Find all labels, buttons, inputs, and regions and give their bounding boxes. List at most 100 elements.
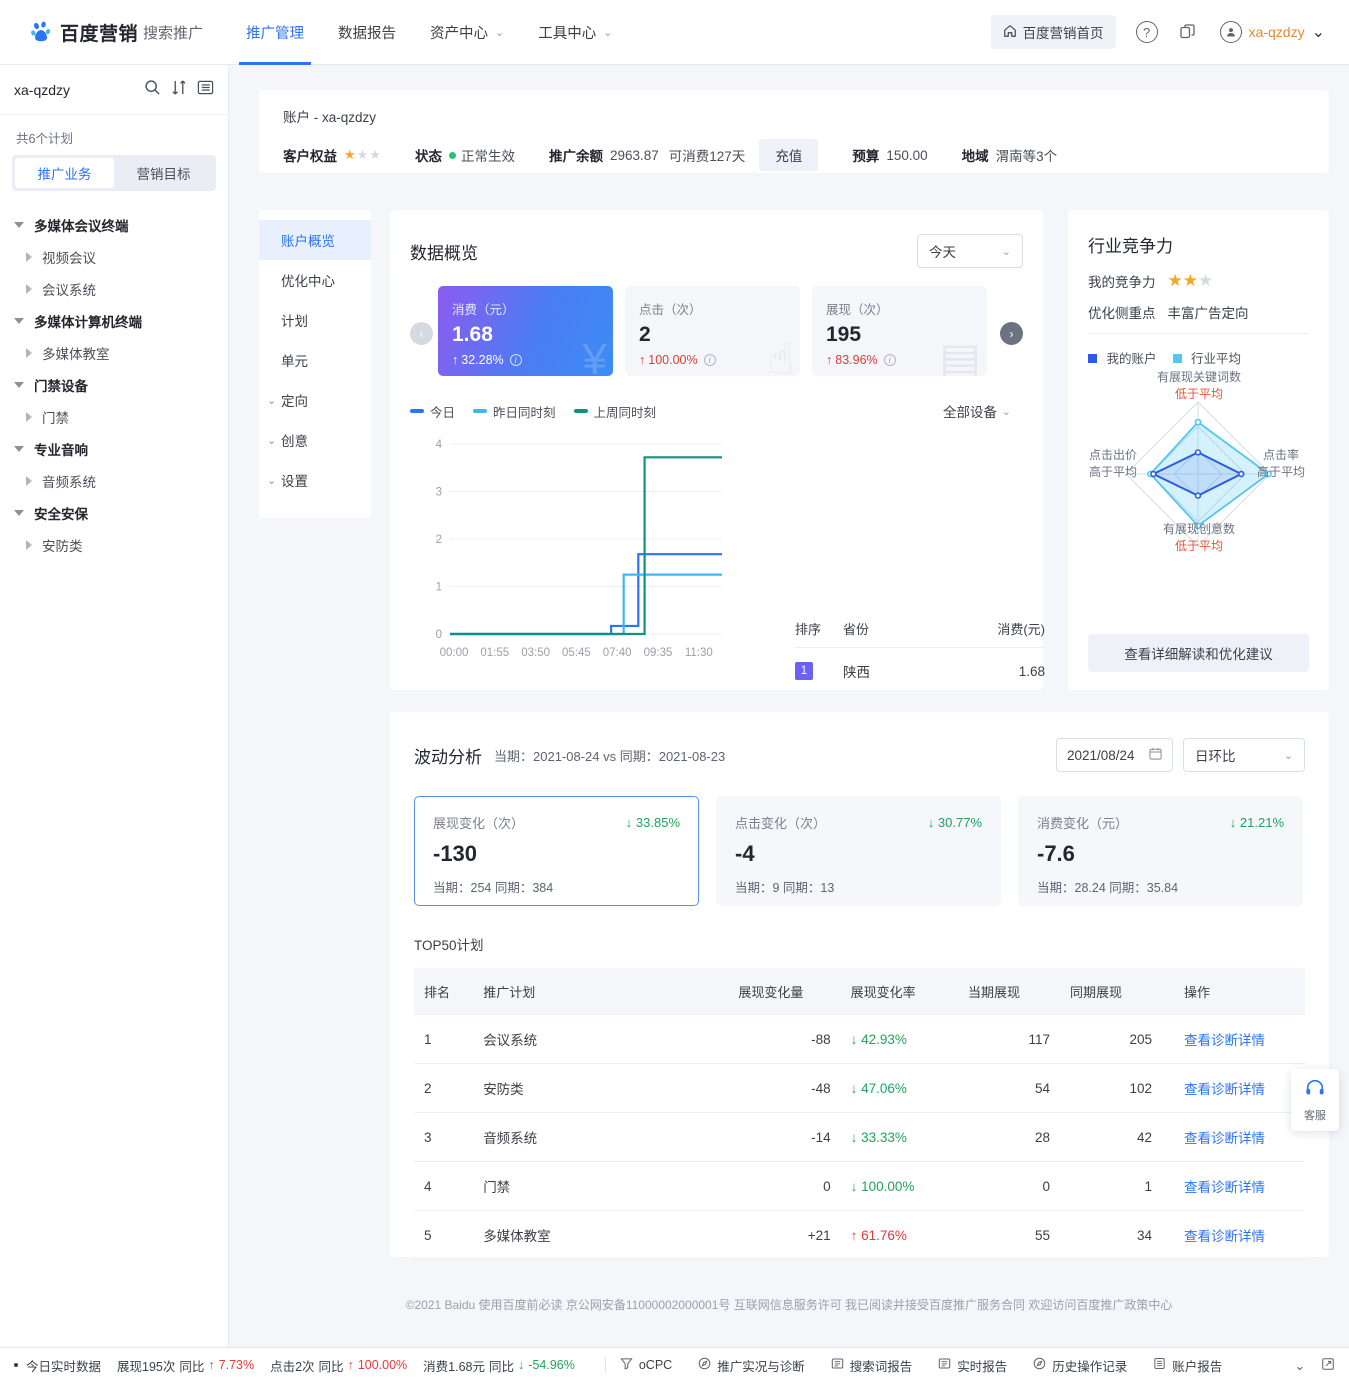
triangle-right-icon [26, 476, 32, 486]
bottom-status-bar: 今日实时数据 展现195次 同比 ↑ 7.73% 点击2次 同比 ↑ 100.0… [0, 1347, 1349, 1382]
search-icon[interactable] [144, 79, 161, 101]
svg-text:09:35: 09:35 [644, 647, 673, 659]
tree-group-multimedia-computer-terminal[interactable]: 多媒体计算机终端 [0, 305, 228, 337]
region-label: 地域 [962, 145, 989, 165]
metric-label: 消费（元） [452, 299, 599, 318]
tree-group-access-control-equipment[interactable]: 门禁设备 [0, 369, 228, 401]
tree-item-access-control[interactable]: 门禁 [0, 401, 228, 433]
chart-legend: 今日 昨日同时刻 上周同时刻 全部设备 ⌄ [410, 396, 1023, 426]
nav-label: 资产中心 [430, 22, 488, 43]
expand-icon[interactable] [1321, 1357, 1335, 1374]
kpi-percent-value: 21.21% [1240, 815, 1284, 830]
metric-change: ↑ 32.28% i [452, 353, 599, 367]
info-icon[interactable]: i [510, 354, 522, 366]
sidebar-tab-promotion-business[interactable]: 推广业务 [15, 158, 114, 188]
tiles-prev-button[interactable]: ‹ [410, 322, 433, 345]
submenu-item-unit[interactable]: 单元 [259, 340, 371, 380]
th-current: 当期展现 [958, 968, 1060, 1015]
bottom-link-account-report[interactable]: 账户报告 [1153, 1356, 1222, 1375]
info-icon[interactable]: i [704, 354, 716, 366]
metric-tile-impressions[interactable]: 展现（次） 195 ↑ 83.96% i ▤ [812, 286, 987, 376]
view-detail-advice-button[interactable]: 查看详细解读和优化建议 [1088, 634, 1309, 672]
svg-text:03:50: 03:50 [521, 647, 550, 659]
submenu-item-plan[interactable]: 计划 [259, 300, 371, 340]
device-select[interactable]: 全部设备 ⌄ [931, 396, 1023, 426]
sidebar-tabs: 推广业务 营销目标 [12, 155, 216, 191]
metric-tile-cost[interactable]: 消费（元） 1.68 ↑ 32.28% i ¥ [438, 286, 613, 376]
page-footer: ©2021 Baidu 使用百度前必读 京公网安备11000002000001号… [229, 1296, 1349, 1313]
radar-axis-name: 有展现创意数 [1163, 522, 1235, 536]
bottom-link-realtime-report[interactable]: 实时报告 [938, 1356, 1007, 1375]
sidebar-account-name: xa-qzdzy [14, 82, 70, 98]
view-diagnosis-link[interactable]: 查看诊断详情 [1184, 1082, 1265, 1097]
tree-item-video-conference[interactable]: 视频会议 [0, 241, 228, 273]
table-row: 1 陕西 1.68 [795, 648, 1045, 681]
bottom-link-history-operations[interactable]: 历史操作记录 [1033, 1356, 1127, 1375]
cell-plan: 门禁 [473, 1162, 728, 1211]
customer-service-widget[interactable]: 客服 [1291, 1069, 1339, 1131]
info-icon[interactable]: i [884, 354, 896, 366]
kpi-card-cost-change[interactable]: 消费变化（元） ↓ 21.21% -7.6 当期：28.24 同期：35.84 [1018, 796, 1303, 906]
tree-group-multimedia-conference-terminal[interactable]: 多媒体会议终端 [0, 209, 228, 241]
sort-icon[interactable] [171, 79, 187, 101]
period-select-value: 今天 [929, 241, 956, 261]
tiles-next-button[interactable]: › [1000, 322, 1023, 345]
help-icon[interactable]: ? [1136, 21, 1158, 43]
kpi-card-impression-change[interactable]: 展现变化（次） ↓ 33.85% -130 当期：254 同期：384 [414, 796, 699, 906]
period-select[interactable]: 今天 ⌄ [917, 234, 1023, 268]
bottom-link-ocpc[interactable]: oCPC [620, 1357, 672, 1373]
status-value: 正常生效 [461, 145, 515, 165]
radar-axis-name: 有展现关键词数 [1157, 370, 1241, 384]
cell-rate-value: 42.93% [861, 1032, 907, 1047]
tree-item-conference-system[interactable]: 会议系统 [0, 273, 228, 305]
tree-group-professional-audio[interactable]: 专业音响 [0, 433, 228, 465]
view-diagnosis-link[interactable]: 查看诊断详情 [1184, 1131, 1265, 1146]
brand-logo-group[interactable]: 百度营销 搜索推广 [30, 19, 203, 46]
realtime-label: 今日实时数据 [26, 1356, 101, 1375]
sidebar-tab-marketing-goal[interactable]: 营销目标 [114, 158, 213, 188]
nav-item-promotion-management[interactable]: 推广管理 [229, 0, 321, 65]
bottom-link-search-term-report[interactable]: 搜索词报告 [831, 1356, 913, 1375]
legend-item-my-account[interactable]: 我的账户 [1088, 348, 1157, 367]
date-picker[interactable]: 2021/08/24 [1056, 738, 1173, 772]
metric-tiles: ‹ 消费（元） 1.68 ↑ 32.28% i ¥ 点击（次） 2 ↑ 100.… [410, 286, 1023, 376]
legend-item-last-week[interactable]: 上周同时刻 [574, 402, 657, 421]
tree-item-security-category[interactable]: 安防类 [0, 529, 228, 561]
legend-item-industry-average[interactable]: 行业平均 [1173, 348, 1242, 367]
cell-rate-value: 33.33% [861, 1130, 907, 1145]
chevron-down-icon: ⌄ [1002, 245, 1011, 258]
radar-axis-label-keywords: 有展现关键词数 低于平均 [1134, 369, 1264, 404]
submenu-item-targeting[interactable]: ⌄ 定向 [259, 380, 371, 420]
bottom-cost: 消费1.68元 同比 ↓ -54.96% [423, 1356, 575, 1375]
list-settings-icon[interactable] [197, 79, 214, 101]
submenu-item-optimization-center[interactable]: 优化中心 [259, 260, 371, 300]
chevron-down-icon[interactable]: ⌄ [1295, 1358, 1305, 1373]
kpi-percent-value: 30.77% [938, 815, 982, 830]
nav-item-tool-center[interactable]: 工具中心 ⌄ [521, 0, 629, 65]
user-menu[interactable]: xa-qzdzy ⌄ [1220, 21, 1325, 43]
submenu-item-creative[interactable]: ⌄ 创意 [259, 420, 371, 460]
baidu-marketing-home-button[interactable]: 百度营销首页 [991, 15, 1116, 49]
tree-group-safety-security[interactable]: 安全安保 [0, 497, 228, 529]
tree-item-multimedia-classroom[interactable]: 多媒体教室 [0, 337, 228, 369]
metric-tile-clicks[interactable]: 点击（次） 2 ↑ 100.00% i ☝ [625, 286, 800, 376]
legend-item-today[interactable]: 今日 [410, 402, 455, 421]
bottom-link-promotion-status[interactable]: 推广实况与诊断 [698, 1356, 805, 1375]
legend-item-yesterday[interactable]: 昨日同时刻 [473, 402, 556, 421]
chevron-down-icon: ⌄ [603, 26, 612, 39]
view-diagnosis-link[interactable]: 查看诊断详情 [1184, 1033, 1265, 1048]
nav-item-asset-center[interactable]: 资产中心 ⌄ [413, 0, 521, 65]
nav-item-data-report[interactable]: 数据报告 [321, 0, 413, 65]
recharge-button[interactable]: 充值 [759, 139, 818, 171]
submenu-item-settings[interactable]: ⌄ 设置 [259, 460, 371, 500]
view-diagnosis-link[interactable]: 查看诊断详情 [1184, 1229, 1265, 1244]
kpi-card-click-change[interactable]: 点击变化（次） ↓ 30.77% -4 当期：9 同期：13 [716, 796, 1001, 906]
tree-item-audio-system[interactable]: 音频系统 [0, 465, 228, 497]
bottom-cost-value: 消费1.68元 [423, 1356, 485, 1375]
submenu-label: 单元 [281, 350, 308, 370]
cell-rate: ↓ 33.33% [841, 1113, 958, 1162]
copy-icon[interactable] [1178, 22, 1198, 42]
submenu-item-account-overview[interactable]: 账户概览 [259, 220, 371, 260]
view-diagnosis-link[interactable]: 查看诊断详情 [1184, 1180, 1265, 1195]
comparison-select[interactable]: 日环比 ⌄ [1183, 738, 1305, 772]
